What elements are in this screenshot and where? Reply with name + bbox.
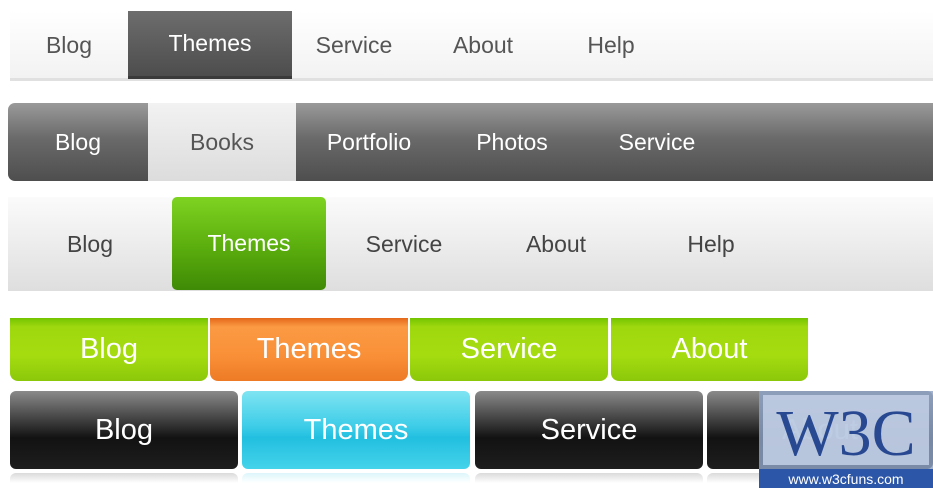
menu4-item-blog[interactable]: Blog (10, 318, 208, 381)
menu2-item-service[interactable]: Service (582, 103, 732, 181)
menu1-item-blog[interactable]: Blog (10, 11, 128, 79)
reflection (10, 473, 238, 483)
menu5-item-service[interactable]: Service (475, 391, 703, 469)
w3c-logo-icon: W3C www.w3cfuns.com (759, 391, 933, 488)
menu-bar-green-active: Blog Themes Service About Help (8, 197, 933, 291)
menu3-item-blog[interactable]: Blog (8, 197, 172, 291)
menu1-item-themes[interactable]: Themes (128, 11, 292, 79)
reflection (475, 473, 703, 483)
reflection (242, 473, 470, 483)
menu-bar-light-gray: Blog Themes Service About Help (10, 11, 933, 81)
menu4-item-themes[interactable]: Themes (210, 318, 408, 381)
menu2-item-photos[interactable]: Photos (442, 103, 582, 181)
menu1-item-service[interactable]: Service (292, 11, 416, 79)
svg-text:www.w3cfuns.com: www.w3cfuns.com (787, 471, 903, 487)
menu1-item-about[interactable]: About (416, 11, 550, 79)
w3cfuns-logo: W3C www.w3cfuns.com (759, 391, 933, 488)
menu5-item-themes[interactable]: Themes (242, 391, 470, 469)
menu3-item-help[interactable]: Help (630, 197, 792, 291)
menu-bar-dark-gray: Blog Books Portfolio Photos Service (8, 103, 933, 181)
menu-bar-lime: Blog Themes Service About (10, 318, 810, 381)
menu4-item-service[interactable]: Service (410, 318, 608, 381)
menu4-item-about[interactable]: About (611, 318, 808, 381)
menu2-item-blog[interactable]: Blog (8, 103, 148, 181)
menu3-item-service[interactable]: Service (326, 197, 482, 291)
menu3-item-themes[interactable]: Themes (172, 197, 326, 290)
menu5-item-blog[interactable]: Blog (10, 391, 238, 469)
svg-text:W3C: W3C (776, 397, 915, 470)
menu1-item-help[interactable]: Help (550, 11, 672, 79)
menu2-item-books[interactable]: Books (148, 103, 296, 181)
menu2-item-portfolio[interactable]: Portfolio (296, 103, 442, 181)
menu3-item-about[interactable]: About (482, 197, 630, 291)
